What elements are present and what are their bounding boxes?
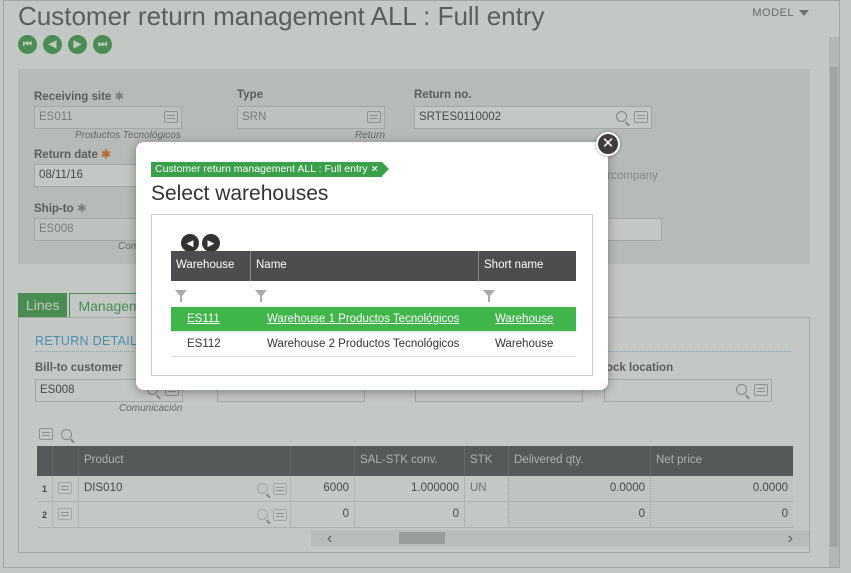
warehouse-filter[interactable] [171, 281, 251, 307]
close-crumb-icon[interactable]: × [372, 163, 378, 175]
column-header-name[interactable]: Name [251, 251, 479, 281]
filter-row [171, 281, 576, 307]
name-link[interactable]: Warehouse 1 Productos Tecnológicos [251, 307, 479, 331]
select-warehouses-dialog: Customer return management ALL : Full en… [136, 142, 608, 390]
warehouse-link[interactable]: ES111 [171, 307, 251, 331]
dialog-title: Select warehouses [151, 182, 329, 205]
name-link[interactable]: Warehouse 2 Productos Tecnológicos [251, 332, 479, 356]
close-icon[interactable]: ✕ [596, 132, 620, 156]
breadcrumb[interactable]: Customer return management ALL : Full en… [151, 162, 389, 177]
short-name-link[interactable]: Warehouse [479, 307, 576, 331]
column-header-warehouse[interactable]: Warehouse [171, 251, 251, 281]
filter-icon[interactable] [255, 290, 267, 302]
warehouse-table: Warehouse Name Short name ES111 Warehous… [171, 251, 576, 357]
table-row[interactable]: ES111 Warehouse 1 Productos Tecnológicos… [171, 307, 576, 332]
filter-icon[interactable] [175, 290, 187, 302]
name-filter[interactable] [251, 281, 479, 307]
column-header-short-name[interactable]: Short name [479, 251, 576, 281]
short-name-filter[interactable] [479, 281, 576, 307]
short-name-link[interactable]: Warehouse [479, 332, 576, 356]
list-pager: ◀ ▶ [181, 234, 220, 252]
previous-page-icon[interactable]: ◀ [181, 234, 199, 252]
table-header: Warehouse Name Short name [171, 251, 576, 281]
warehouse-link[interactable]: ES112 [171, 332, 251, 356]
warehouse-list-panel: ◀ ▶ Warehouse Name Short name ES111 Ware… [151, 214, 593, 376]
next-page-icon[interactable]: ▶ [202, 234, 220, 252]
table-row[interactable]: ES112 Warehouse 2 Productos Tecnológicos… [171, 332, 576, 357]
filter-icon[interactable] [483, 290, 495, 302]
